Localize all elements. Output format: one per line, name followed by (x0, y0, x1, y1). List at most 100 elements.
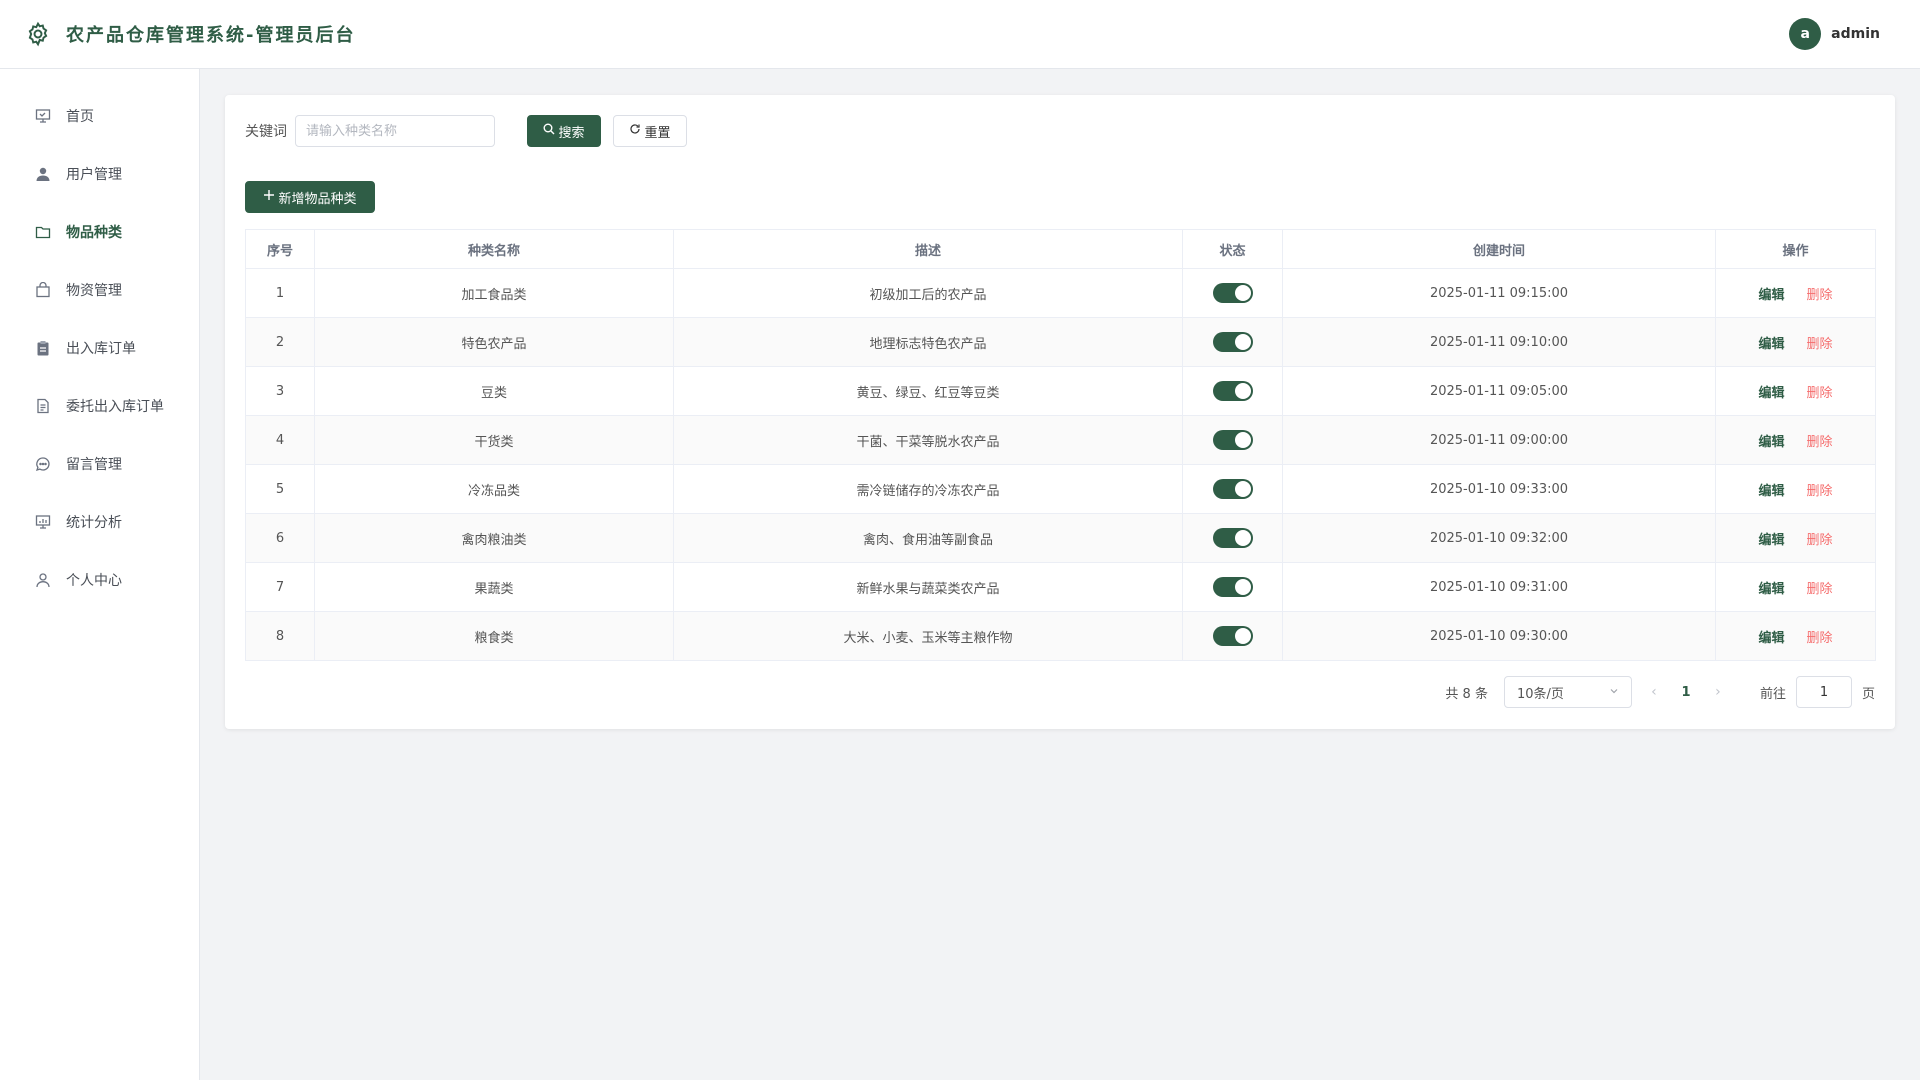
table-row: 6 禽肉粮油类 禽肉、食用油等副食品 2025-01-10 09:32:00 编… (245, 513, 1876, 563)
status-toggle[interactable] (1212, 479, 1253, 499)
gear-icon (24, 20, 52, 48)
page-unit-label: 页 (1861, 686, 1875, 702)
page-number[interactable]: 1 (1676, 685, 1696, 700)
status-toggle[interactable] (1212, 283, 1253, 303)
user-menu[interactable]: a admin (1789, 18, 1880, 50)
plus-icon (263, 189, 275, 205)
delete-link[interactable]: 删除 (1807, 582, 1833, 597)
status-toggle[interactable] (1212, 626, 1253, 646)
sidebar-item-orders[interactable]: 出入库订单 (0, 319, 199, 377)
sidebar-item-label: 物资管理 (66, 283, 122, 299)
cell-status (1182, 611, 1283, 661)
top-header: 农产品仓库管理系统-管理员后台 a admin (0, 0, 1920, 69)
column-header-name: 种类名称 (314, 229, 674, 269)
cell-index: 6 (245, 513, 315, 563)
cell-index: 4 (245, 415, 315, 465)
column-header-status: 状态 (1182, 229, 1283, 269)
reset-button-label: 重置 (644, 125, 671, 141)
sidebar: 首页 用户管理 物品种类 物资管理 出入库订单 委托出入库订单 留言管理 统计分… (0, 69, 200, 1080)
sidebar-item-profile[interactable]: 个人中心 (0, 551, 199, 609)
cell-name: 禽肉粮油类 (314, 513, 674, 563)
cell-description: 初级加工后的农产品 (673, 268, 1183, 318)
cell-status (1182, 562, 1283, 612)
cell-status (1182, 415, 1283, 465)
cell-created: 2025-01-11 09:05:00 (1282, 366, 1716, 416)
cell-index: 1 (245, 268, 315, 318)
cell-created: 2025-01-10 09:32:00 (1282, 513, 1716, 563)
edit-link[interactable]: 编辑 (1758, 288, 1784, 303)
sidebar-item-messages[interactable]: 留言管理 (0, 435, 199, 493)
total-count: 共 8 条 (1445, 686, 1488, 702)
sidebar-item-home[interactable]: 首页 (0, 87, 199, 145)
search-button[interactable]: 搜索 (527, 115, 601, 147)
username[interactable]: admin (1831, 26, 1880, 42)
sidebar-item-label: 出入库订单 (66, 341, 136, 357)
cell-name: 冷冻品类 (314, 464, 674, 514)
sidebar-item-entrusted-orders[interactable]: 委托出入库订单 (0, 377, 199, 435)
status-toggle[interactable] (1212, 528, 1253, 548)
sidebar-item-materials[interactable]: 物资管理 (0, 261, 199, 319)
cell-name: 特色农产品 (314, 317, 674, 367)
cell-name: 豆类 (314, 366, 674, 416)
delete-link[interactable]: 删除 (1807, 484, 1833, 499)
cell-index: 3 (245, 366, 315, 416)
sidebar-item-label: 个人中心 (66, 573, 122, 589)
cell-status (1182, 464, 1283, 514)
delete-link[interactable]: 删除 (1807, 337, 1833, 352)
page-size-select[interactable]: 10条/页 (1503, 676, 1632, 708)
cell-description: 地理标志特色农产品 (673, 317, 1183, 367)
next-page-icon[interactable]: › (1708, 684, 1728, 700)
cell-description: 需冷链储存的冷冻农产品 (673, 464, 1183, 514)
sidebar-item-label: 委托出入库订单 (66, 399, 164, 415)
delete-link[interactable]: 删除 (1807, 288, 1833, 303)
add-category-button[interactable]: 新增物品种类 (245, 181, 375, 213)
prev-page-icon[interactable]: ‹ (1644, 684, 1664, 700)
status-toggle[interactable] (1212, 577, 1253, 597)
cell-actions: 编辑 删除 (1715, 464, 1876, 514)
edit-link[interactable]: 编辑 (1758, 386, 1784, 401)
cell-description: 禽肉、食用油等副食品 (673, 513, 1183, 563)
cell-actions: 编辑 删除 (1715, 366, 1876, 416)
delete-link[interactable]: 删除 (1807, 533, 1833, 548)
clipboard-icon (34, 339, 52, 357)
goto-page-input[interactable] (1795, 676, 1852, 708)
cell-index: 7 (245, 562, 315, 612)
search-button-label: 搜索 (558, 125, 585, 141)
sidebar-item-statistics[interactable]: 统计分析 (0, 493, 199, 551)
avatar[interactable]: a (1789, 18, 1822, 50)
brand: 农产品仓库管理系统-管理员后台 (24, 20, 355, 48)
cell-name: 加工食品类 (314, 268, 674, 318)
reset-button[interactable]: 重置 (613, 115, 687, 147)
keyword-input[interactable] (295, 115, 495, 147)
sidebar-item-categories[interactable]: 物品种类 (0, 203, 199, 261)
status-toggle[interactable] (1212, 332, 1253, 352)
edit-link[interactable]: 编辑 (1758, 582, 1784, 597)
presentation-icon (34, 107, 52, 125)
cell-description: 大米、小麦、玉米等主粮作物 (673, 611, 1183, 661)
edit-link[interactable]: 编辑 (1758, 337, 1784, 352)
delete-link[interactable]: 删除 (1807, 386, 1833, 401)
cell-status (1182, 268, 1283, 318)
cell-actions: 编辑 删除 (1715, 317, 1876, 367)
cell-description: 黄豆、绿豆、红豆等豆类 (673, 366, 1183, 416)
sidebar-item-label: 留言管理 (66, 457, 122, 473)
edit-link[interactable]: 编辑 (1758, 533, 1784, 548)
folder-icon (34, 223, 52, 241)
cell-index: 5 (245, 464, 315, 514)
status-toggle[interactable] (1212, 430, 1253, 450)
cell-actions: 编辑 删除 (1715, 562, 1876, 612)
search-icon (543, 123, 555, 139)
edit-link[interactable]: 编辑 (1758, 484, 1784, 499)
document-icon (34, 397, 52, 415)
refresh-icon (629, 123, 641, 139)
delete-link[interactable]: 删除 (1807, 631, 1833, 646)
edit-link[interactable]: 编辑 (1758, 435, 1784, 450)
cell-actions: 编辑 删除 (1715, 268, 1876, 318)
status-toggle[interactable] (1212, 381, 1253, 401)
sidebar-item-users[interactable]: 用户管理 (0, 145, 199, 203)
cell-description: 新鲜水果与蔬菜类农产品 (673, 562, 1183, 612)
delete-link[interactable]: 删除 (1807, 435, 1833, 450)
cell-actions: 编辑 删除 (1715, 611, 1876, 661)
cell-created: 2025-01-11 09:15:00 (1282, 268, 1716, 318)
edit-link[interactable]: 编辑 (1758, 631, 1784, 646)
